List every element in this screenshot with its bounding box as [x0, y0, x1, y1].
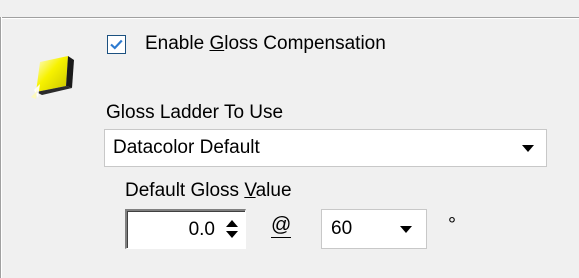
- dropdown-arrow-icon[interactable]: [400, 226, 412, 233]
- gloss-ladder-label: Gloss Ladder To Use: [106, 102, 284, 123]
- default-gloss-value-label: Default Gloss Value: [125, 179, 292, 203]
- gloss-angle-selected-value: 60: [331, 218, 353, 239]
- label-text: Default Gloss: [125, 180, 245, 201]
- label-text: loss Compensation: [224, 33, 386, 54]
- dropdown-arrow-icon[interactable]: [522, 145, 534, 152]
- spin-up-arrow-icon[interactable]: [226, 220, 238, 227]
- gloss-card-icon: [31, 56, 74, 99]
- at-symbol: @: [271, 214, 292, 238]
- label-text: alue: [255, 180, 292, 201]
- spinner-buttons[interactable]: [225, 218, 239, 242]
- gloss-angle-dropdown[interactable]: 60: [321, 209, 427, 249]
- label-mnemonic: V: [244, 180, 256, 201]
- gloss-ladder-selected-value: Datacolor Default: [113, 137, 260, 158]
- check-mark-icon: [110, 39, 123, 50]
- enable-gloss-checkbox[interactable]: [107, 35, 126, 54]
- spin-down-arrow-icon[interactable]: [226, 231, 238, 238]
- default-gloss-value-spinbox[interactable]: 0.0: [125, 209, 246, 249]
- gloss-ladder-dropdown[interactable]: Datacolor Default: [104, 129, 547, 167]
- group-separator: [0, 17, 579, 19]
- label-text: Enable: [145, 33, 210, 54]
- group-border-left: [0, 17, 2, 278]
- degree-symbol: °: [448, 214, 456, 236]
- enable-gloss-label[interactable]: Enable Gloss Compensation: [145, 32, 386, 56]
- label-mnemonic: G: [209, 33, 225, 54]
- default-gloss-value[interactable]: 0.0: [189, 218, 215, 242]
